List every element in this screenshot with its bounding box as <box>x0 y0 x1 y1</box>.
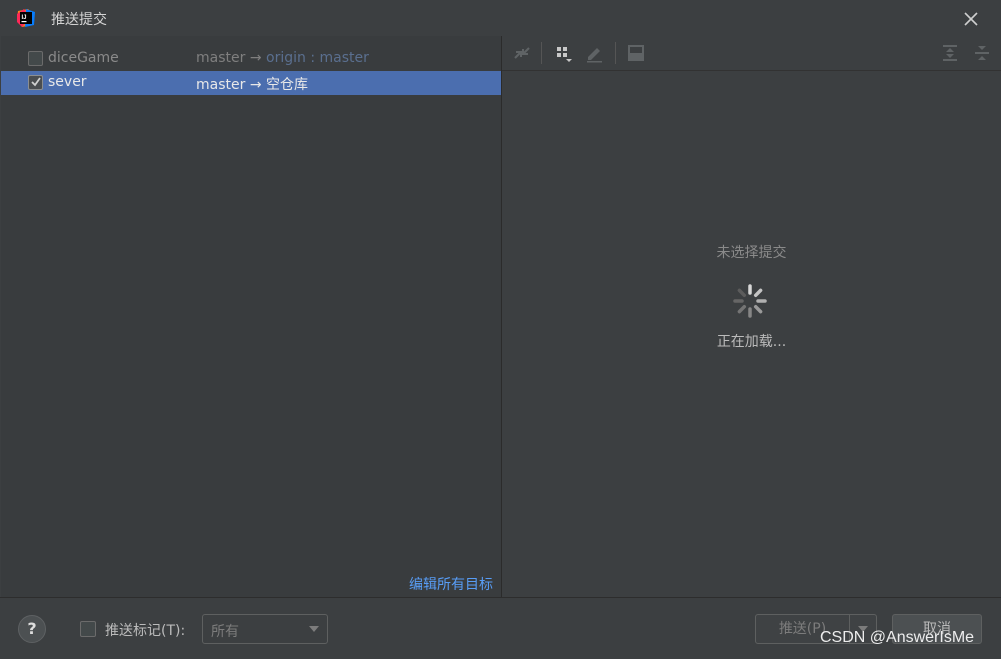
remote-branch-link[interactable]: master <box>320 50 369 66</box>
help-button[interactable]: ? <box>18 615 46 643</box>
tags-select[interactable]: 所有 <box>202 614 328 644</box>
edit-all-targets-link[interactable]: 编辑所有目标 <box>409 574 493 594</box>
intellij-idea-icon: IJ <box>17 9 35 27</box>
tags-select-value: 所有 <box>211 624 239 640</box>
title-bar: IJ 推送提交 <box>0 0 1001 36</box>
arrow-icon: → <box>249 77 262 93</box>
repo-name: diceGame <box>48 50 119 66</box>
close-icon[interactable] <box>960 8 982 30</box>
local-branch: master <box>196 77 246 93</box>
local-branch: master <box>196 50 246 66</box>
group-by-icon[interactable] <box>554 43 574 63</box>
commit-details-panel: 未选择提交 正在加载... <box>502 36 1001 597</box>
repository-list: diceGame master → origin : master sever … <box>1 36 501 597</box>
chevron-down-icon <box>309 626 319 632</box>
loading-spinner-icon <box>733 284 767 318</box>
checkmark-icon <box>31 77 41 87</box>
svg-text:IJ: IJ <box>22 15 27 21</box>
watermark: CSDN @AnswerIsMe <box>820 629 975 646</box>
toolbar-separator <box>615 42 616 64</box>
repo-row-dicegame[interactable]: diceGame master → origin : master <box>1 47 501 71</box>
collapse-all-icon[interactable] <box>972 43 992 63</box>
toolbar-separator <box>541 42 542 64</box>
branch-spec: master → 空仓库 <box>196 74 308 94</box>
edit-icon[interactable] <box>584 43 604 63</box>
preview-icon[interactable] <box>626 43 646 63</box>
arrow-icon: → <box>249 50 262 66</box>
push-tags-label: 推送标记(T): <box>105 623 186 639</box>
target-repo-link[interactable]: 空仓库 <box>266 77 308 93</box>
repo-checkbox[interactable] <box>28 75 43 90</box>
branch-spec: master → origin : master <box>196 50 369 66</box>
repo-name: sever <box>48 74 87 90</box>
window-title: 推送提交 <box>51 12 107 28</box>
push-tags-checkbox[interactable] <box>80 621 96 637</box>
dialog-footer: ? 推送标记(T): 所有 推送(P) 取消 <box>0 597 1001 659</box>
remote-name-link[interactable]: origin <box>266 50 306 66</box>
loading-text: 正在加载... <box>716 334 787 350</box>
repo-row-sever[interactable]: sever master → 空仓库 <box>1 71 501 95</box>
repo-checkbox[interactable] <box>28 51 43 66</box>
expand-all-icon[interactable] <box>940 43 960 63</box>
collapse-icon[interactable] <box>512 43 532 63</box>
no-commit-selected-message: 未选择提交 <box>716 245 787 261</box>
remote-separator: : <box>305 50 320 66</box>
details-toolbar <box>502 36 1001 71</box>
